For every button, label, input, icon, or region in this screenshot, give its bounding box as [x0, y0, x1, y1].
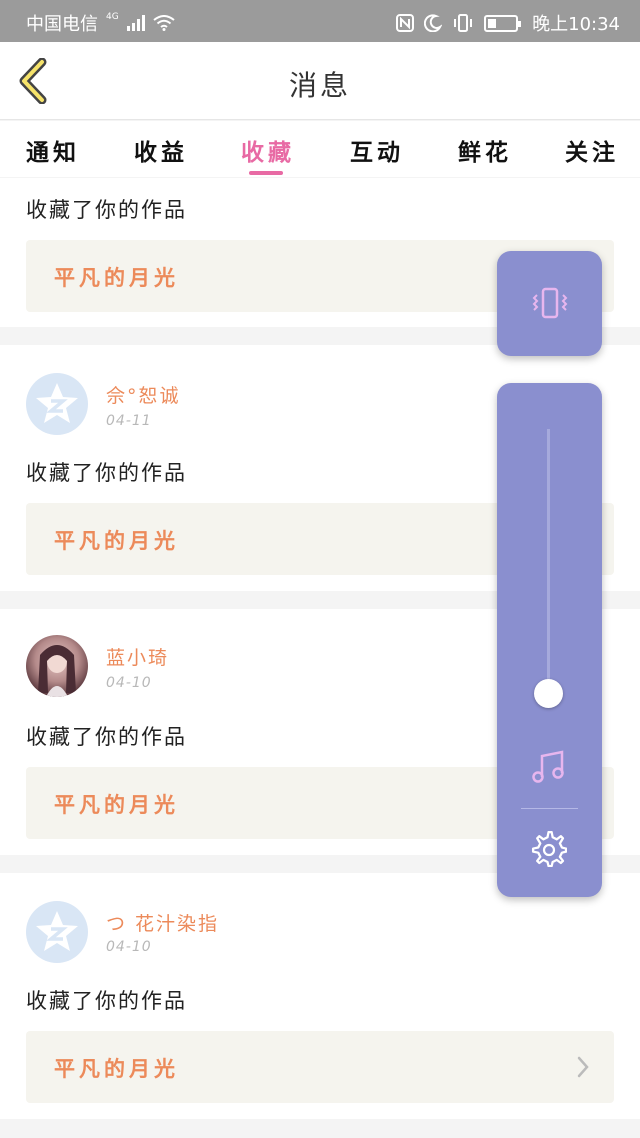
action-text: 收藏了你的作品	[26, 725, 187, 749]
action-text: 收藏了你的作品	[26, 461, 187, 485]
action-text: 收藏了你的作品	[26, 989, 187, 1013]
active-tab-indicator	[249, 171, 283, 175]
volume-slider-handle[interactable]	[534, 679, 563, 708]
tab-following[interactable]: 关注	[565, 133, 619, 167]
vibrate-toggle-button[interactable]	[497, 251, 602, 356]
work-title: 平凡的月光	[54, 1057, 179, 1081]
app-header: 消息	[0, 42, 640, 120]
network-type: 4G	[106, 12, 119, 22]
moon-icon	[424, 14, 443, 32]
wifi-icon	[153, 15, 175, 31]
work-link[interactable]: 平凡的月光	[26, 1031, 614, 1103]
chevron-right-icon	[577, 1056, 589, 1078]
vibrate-icon	[532, 287, 568, 319]
work-title: 平凡的月光	[54, 793, 179, 817]
tab-interactions[interactable]: 互动	[350, 133, 404, 167]
gear-icon[interactable]	[531, 831, 567, 867]
message-card: つ 花汁染指 04-10 收藏了你的作品 平凡的月光	[0, 873, 640, 1119]
work-title: 平凡的月光	[54, 529, 179, 553]
volume-slider-track[interactable]	[547, 429, 550, 691]
battery-icon	[484, 14, 522, 32]
username[interactable]: つ 花汁染指	[106, 909, 219, 936]
username[interactable]: 佘°恕诚	[106, 381, 181, 408]
volume-panel	[497, 383, 602, 897]
tab-earnings[interactable]: 收益	[134, 133, 188, 167]
avatar[interactable]	[26, 901, 88, 963]
avatar[interactable]	[26, 373, 88, 435]
message-date: 04-10	[106, 675, 152, 691]
panel-divider	[521, 808, 578, 809]
default-avatar-icon	[36, 383, 78, 423]
tab-bar: 通知 收益 收藏 互动 鲜花 关注	[0, 121, 640, 177]
nfc-icon	[396, 14, 415, 32]
action-text: 收藏了你的作品	[26, 198, 187, 222]
vibrate-status-icon	[454, 14, 473, 32]
tab-favorites[interactable]: 收藏	[241, 133, 295, 167]
music-note-icon[interactable]	[531, 749, 567, 785]
signal-icon	[126, 15, 145, 31]
carrier-label: 中国电信	[26, 14, 98, 35]
username[interactable]: 蓝小琦	[106, 643, 169, 670]
default-avatar-icon	[36, 911, 78, 951]
avatar[interactable]	[26, 635, 88, 697]
clock: 晚上10:34	[532, 14, 620, 35]
page-title: 消息	[288, 69, 351, 102]
message-date: 04-10	[106, 939, 152, 955]
message-date: 04-11	[106, 413, 152, 429]
work-title: 平凡的月光	[54, 266, 179, 290]
status-bar: 中国电信 4G 晚上10:34	[0, 0, 640, 42]
user-photo-icon	[38, 645, 76, 697]
tab-flowers[interactable]: 鲜花	[458, 133, 512, 167]
tab-notifications[interactable]: 通知	[26, 133, 80, 167]
